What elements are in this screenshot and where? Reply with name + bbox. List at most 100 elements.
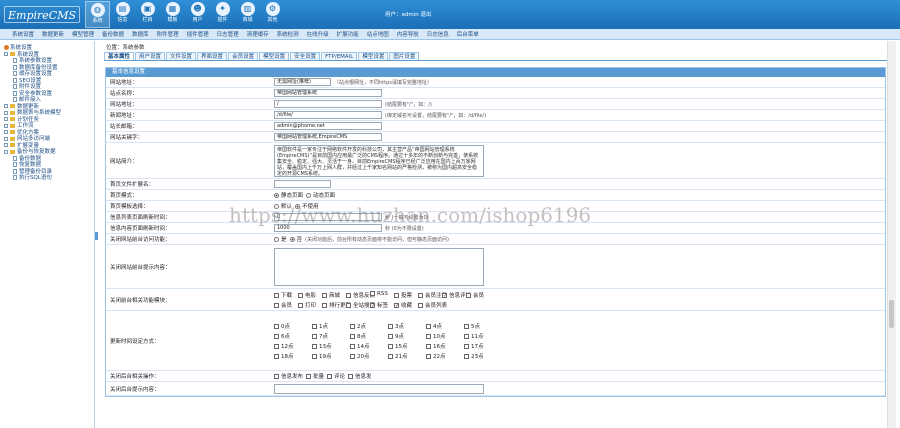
expand-icon[interactable] — [4, 104, 8, 108]
site-url-input[interactable]: / — [274, 100, 382, 108]
nav-item-0[interactable]: ◍ 系统 — [85, 1, 110, 28]
nav-item-5[interactable]: ✦ 插件 — [210, 1, 235, 28]
open-access-yes[interactable]: 是 — [274, 235, 287, 243]
subnav-item[interactable]: 日志管理 — [217, 30, 239, 38]
tab-5[interactable]: 模型设置 — [259, 52, 290, 60]
checkbox-item[interactable]: 2点 — [350, 322, 388, 330]
subnav-item[interactable]: 清理缓存 — [247, 30, 269, 38]
sidebar-item[interactable]: 执行SQL语句 — [4, 175, 94, 182]
tab-3[interactable]: 界面设置 — [197, 52, 228, 60]
nav-item-4[interactable]: ☻ 用户 — [185, 1, 210, 28]
index-mode-dynamic[interactable]: 动态页面 — [306, 191, 335, 199]
expand-icon[interactable] — [4, 149, 8, 154]
checkbox-item[interactable]: 18点 — [274, 352, 312, 360]
checkbox-item[interactable]: 14点 — [350, 342, 388, 350]
keywords-input[interactable]: 帝国网站管理系统,EmpireCMS — [274, 133, 382, 141]
site-url-mode-select[interactable]: 无需网址(推荐) — [274, 78, 331, 86]
checkbox-item[interactable]: 19点 — [312, 352, 350, 360]
subnav-item[interactable]: 内容导航 — [397, 30, 419, 38]
checkbox-item[interactable]: 商城 — [322, 291, 346, 299]
subnav-item[interactable]: 备份数据 — [102, 30, 124, 38]
checkbox-item[interactable]: 电影 — [298, 291, 322, 299]
expand-icon[interactable] — [4, 52, 8, 56]
checkbox-item[interactable]: ✓ 收藏 — [394, 301, 418, 309]
checkbox-item[interactable]: 20点 — [350, 352, 388, 360]
subnav-item[interactable]: 扩展功能 — [337, 30, 359, 38]
checkbox-item[interactable]: 信息发 — [348, 372, 372, 380]
checkbox-item[interactable]: 15点 — [388, 342, 426, 350]
checkbox-item[interactable]: 会员列表 — [418, 301, 447, 309]
checkbox-item[interactable]: 13点 — [312, 342, 350, 350]
tab-0[interactable]: 基本属性 — [104, 52, 135, 60]
checkbox-item[interactable]: 11点 — [464, 332, 502, 340]
nav-item-1[interactable]: ▤ 信息 — [110, 1, 135, 28]
subnav-item[interactable]: 在线升级 — [307, 30, 329, 38]
checkbox-item[interactable]: 信息反馈 — [346, 291, 375, 299]
checkbox-item[interactable]: 7点 — [312, 332, 350, 340]
checkbox-item[interactable]: 评论 — [327, 372, 345, 380]
subnav-item[interactable]: 模型管理 — [72, 30, 94, 38]
checkbox-item[interactable]: 全站搜索 — [346, 301, 375, 309]
subnav-item[interactable]: 数据更新 — [42, 30, 64, 38]
expand-icon[interactable] — [4, 130, 8, 134]
checkbox-item[interactable]: 1点 — [312, 322, 350, 330]
description-textarea[interactable]: 帝国软件是一家专注于网络软件开发的科技公司，其主营产品“帝国网站管理系统(Emp… — [274, 144, 484, 177]
close-msg-textarea[interactable] — [274, 247, 484, 286]
checkbox-item[interactable]: 5点 — [464, 322, 502, 330]
page-scrollbar[interactable] — [887, 41, 896, 428]
site-name-input[interactable]: 帝国网站管理系统 — [274, 89, 382, 97]
checkbox-item[interactable]: 8点 — [350, 332, 388, 340]
scrollbar-thumb[interactable] — [889, 300, 894, 328]
tab-1[interactable]: 用户设置 — [135, 52, 166, 60]
nav-item-6[interactable]: ▥ 商城 — [235, 1, 260, 28]
subnav-item[interactable]: 系统设置 — [12, 30, 34, 38]
checkbox-item[interactable]: 3点 — [388, 322, 426, 330]
checkbox-item[interactable]: 4点 — [426, 322, 464, 330]
sidebar-toggle[interactable] — [95, 232, 98, 240]
checkbox-item[interactable]: 23点 — [464, 352, 502, 360]
checkbox-item[interactable]: 信息发布 — [274, 372, 303, 380]
nav-item-2[interactable]: ▣ 栏目 — [135, 1, 160, 28]
checkbox-item[interactable]: RSS — [370, 290, 394, 299]
news-url-input[interactable]: /d/file/ — [274, 111, 382, 119]
checkbox-item[interactable]: ✓ 信息评论 — [442, 291, 471, 299]
tab-7[interactable]: FTP/EMAIL — [321, 52, 358, 60]
expand-icon[interactable] — [4, 136, 8, 141]
subnav-item[interactable]: 系统检测 — [277, 30, 299, 38]
expand-icon[interactable] — [4, 123, 8, 128]
tab-6[interactable]: 安全设置 — [290, 52, 321, 60]
checkbox-item[interactable]: 9点 — [388, 332, 426, 340]
checkbox-item[interactable]: 排行更新 — [322, 301, 351, 309]
subnav-item[interactable]: 后台菜单 — [457, 30, 479, 38]
checkbox-item[interactable]: 下载 — [274, 291, 298, 299]
expand-icon[interactable] — [4, 117, 8, 121]
tab-2[interactable]: 文件设置 — [166, 52, 197, 60]
checkbox-item[interactable]: 10点 — [426, 332, 464, 340]
subnav-item[interactable]: 数据库 — [132, 30, 149, 38]
index-ext-input[interactable] — [274, 180, 331, 188]
checkbox-item[interactable]: 16点 — [426, 342, 464, 350]
expand-icon[interactable] — [4, 143, 8, 147]
checkbox-item[interactable]: 22点 — [426, 352, 464, 360]
subnav-item[interactable]: 日志信息 — [427, 30, 449, 38]
subnav-item[interactable]: 插件管理 — [187, 30, 209, 38]
checkbox-item[interactable]: 12点 — [274, 342, 312, 350]
open-access-no[interactable]: 否 — [289, 235, 302, 243]
nav-item-3[interactable]: ▦ 模板 — [160, 1, 185, 28]
subnav-item[interactable]: 附件管理 — [157, 30, 179, 38]
checkbox-item[interactable]: 6点 — [274, 332, 312, 340]
tab-4[interactable]: 会员设置 — [228, 52, 259, 60]
tab-9[interactable]: 图片设置 — [389, 52, 420, 60]
checkbox-item[interactable]: 会员注册 — [418, 291, 447, 299]
index-mode-static[interactable]: 静态页面 — [274, 191, 303, 199]
checkbox-item[interactable]: 0点 — [274, 322, 312, 330]
nav-item-7[interactable]: ⚙ 其他 — [260, 1, 285, 28]
checkbox-item[interactable]: 21点 — [388, 352, 426, 360]
checkbox-item[interactable]: 批量 — [306, 372, 324, 380]
tab-8[interactable]: 模型设置 — [358, 52, 389, 60]
checkbox-item[interactable]: 17点 — [464, 342, 502, 350]
checkbox-item[interactable]: 会员 — [274, 301, 298, 309]
checkbox-item[interactable]: ✓ 标签 — [370, 301, 394, 309]
expand-icon[interactable] — [4, 110, 8, 115]
close-ops-tip-textarea[interactable] — [274, 383, 484, 394]
